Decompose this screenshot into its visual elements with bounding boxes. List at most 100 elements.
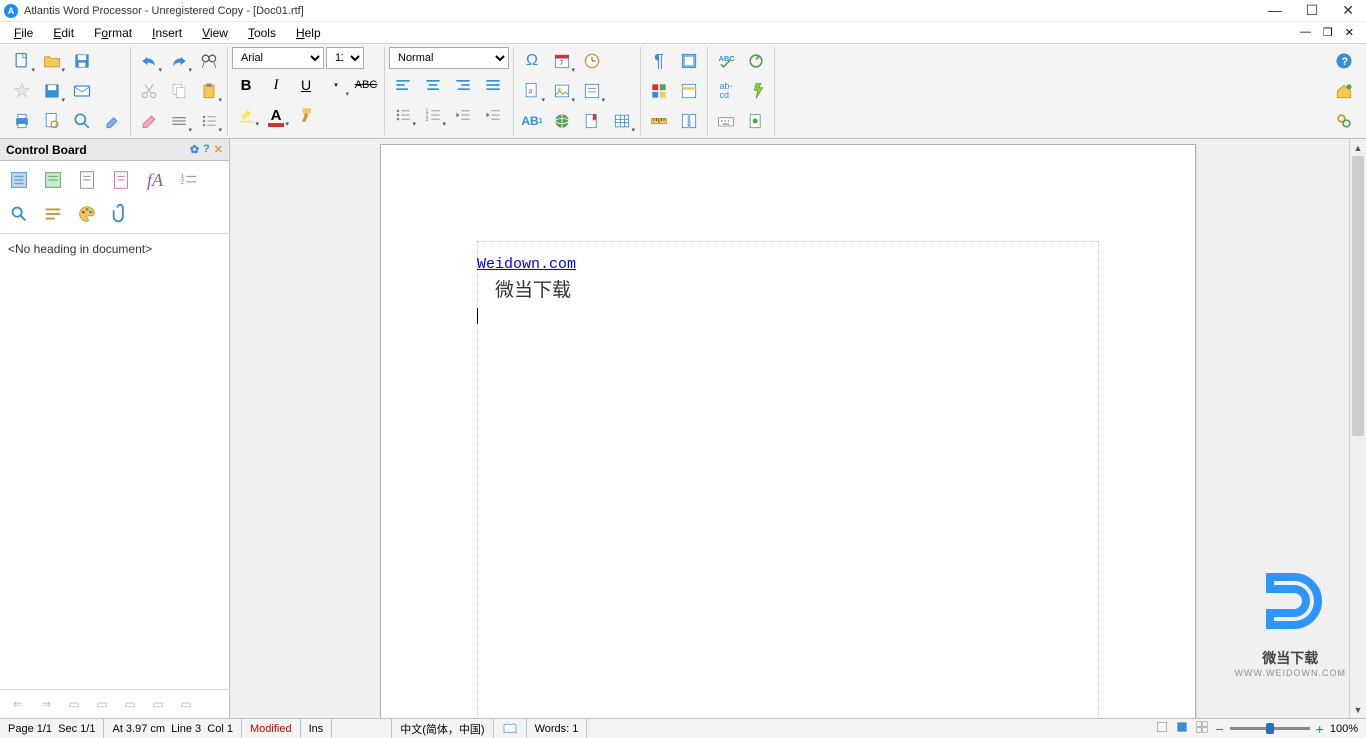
nav-demote-button[interactable]: ▭ bbox=[118, 694, 142, 714]
email-button[interactable] bbox=[68, 77, 96, 105]
favorite-button[interactable] bbox=[8, 77, 36, 105]
mdi-minimize-button[interactable]: — bbox=[1300, 26, 1311, 39]
zoom-slider-thumb[interactable] bbox=[1266, 723, 1274, 734]
minimize-button[interactable]: — bbox=[1268, 2, 1282, 19]
redo-button[interactable] bbox=[165, 47, 193, 75]
increase-indent-button[interactable] bbox=[479, 101, 507, 129]
paste-button[interactable] bbox=[195, 77, 223, 105]
ruler-button[interactable] bbox=[645, 107, 673, 135]
help-button[interactable]: ? bbox=[1330, 47, 1358, 75]
menu-format[interactable]: Format bbox=[84, 24, 142, 42]
italic-button[interactable]: I bbox=[262, 71, 290, 99]
page-number-button[interactable]: # bbox=[518, 77, 546, 105]
status-position[interactable]: At 3.97 cm Line 3 Col 1 bbox=[104, 719, 242, 738]
bookmark-button[interactable] bbox=[578, 107, 606, 135]
menu-help[interactable]: Help bbox=[286, 24, 331, 42]
nav-up-button[interactable]: ▭ bbox=[62, 694, 86, 714]
lines-button[interactable] bbox=[165, 107, 193, 135]
zoom-slider[interactable] bbox=[1230, 727, 1310, 730]
strikethrough-button[interactable]: ABC bbox=[352, 71, 380, 99]
cut-button[interactable] bbox=[135, 77, 163, 105]
new-doc-button[interactable] bbox=[8, 47, 36, 75]
panel-help-icon[interactable]: ? bbox=[203, 143, 210, 156]
menu-insert[interactable]: Insert bbox=[142, 24, 192, 42]
settings-button[interactable] bbox=[1330, 107, 1358, 135]
table-button[interactable] bbox=[608, 107, 636, 135]
saveas-button[interactable] bbox=[38, 77, 66, 105]
align-left-button[interactable] bbox=[389, 71, 417, 99]
image-button[interactable] bbox=[548, 77, 576, 105]
cb-lists-button[interactable] bbox=[108, 167, 134, 193]
clear-button[interactable] bbox=[135, 107, 163, 135]
cb-sections-button[interactable] bbox=[6, 167, 32, 193]
grid-view-button[interactable] bbox=[645, 77, 673, 105]
scroll-down-button[interactable]: ▼ bbox=[1350, 701, 1366, 718]
bold-button[interactable]: B bbox=[232, 71, 260, 99]
cb-clip-button[interactable] bbox=[108, 201, 134, 227]
zoom-out-button[interactable]: − bbox=[1215, 721, 1223, 737]
autorecheck-button[interactable] bbox=[742, 47, 770, 75]
font-color-button[interactable]: A bbox=[262, 101, 290, 129]
spellcheck-button[interactable]: ABC bbox=[712, 47, 740, 75]
decrease-indent-button[interactable] bbox=[449, 101, 477, 129]
zoom-in-button[interactable]: + bbox=[1316, 721, 1324, 737]
underline-button[interactable]: U bbox=[292, 71, 320, 99]
cb-numbered-button[interactable]: 12 bbox=[176, 167, 202, 193]
status-words[interactable]: Words: 1 bbox=[527, 719, 588, 738]
menu-file[interactable]: File bbox=[4, 24, 43, 42]
status-insert-mode[interactable]: Ins bbox=[301, 719, 333, 738]
preview-button[interactable] bbox=[38, 107, 66, 135]
document-content[interactable]: Weidown.com 微当下载 bbox=[477, 253, 576, 328]
scroll-up-button[interactable]: ▲ bbox=[1350, 139, 1366, 156]
page[interactable]: Weidown.com 微当下载 bbox=[380, 144, 1196, 718]
menu-edit[interactable]: Edit bbox=[43, 24, 84, 42]
undo-button[interactable] bbox=[135, 47, 163, 75]
cb-fonts-button[interactable]: fA bbox=[142, 167, 168, 193]
open-doc-button[interactable] bbox=[38, 47, 66, 75]
select-all-button[interactable] bbox=[675, 47, 703, 75]
pilcrow-button[interactable]: ¶ bbox=[645, 47, 673, 75]
cb-bookmarks-button[interactable] bbox=[40, 167, 66, 193]
find-button[interactable] bbox=[195, 47, 223, 75]
status-modified[interactable]: Modified bbox=[242, 719, 301, 738]
font-select[interactable]: Arial bbox=[232, 47, 324, 69]
document-hyperlink[interactable]: Weidown.com bbox=[477, 256, 576, 273]
view-mode-icon3[interactable] bbox=[1195, 720, 1209, 737]
nav-collapse-button[interactable]: ▭ bbox=[174, 694, 198, 714]
style-select[interactable]: Normal bbox=[389, 47, 509, 69]
maximize-button[interactable]: ☐ bbox=[1306, 2, 1319, 19]
cb-headers-button[interactable] bbox=[74, 167, 100, 193]
zoom-level[interactable]: 100% bbox=[1330, 723, 1358, 735]
symbol-button[interactable]: Ω bbox=[518, 47, 546, 75]
date-button[interactable]: 7 bbox=[548, 47, 576, 75]
align-center-button[interactable] bbox=[419, 71, 447, 99]
align-justify-button[interactable] bbox=[479, 71, 507, 99]
status-page[interactable]: Page 1/1 Sec 1/1 bbox=[0, 719, 104, 738]
list-button[interactable] bbox=[195, 107, 223, 135]
nav-expand-button[interactable]: ▭ bbox=[146, 694, 170, 714]
view-mode-icon2[interactable] bbox=[1175, 720, 1189, 737]
thumbnail-button[interactable] bbox=[675, 107, 703, 135]
font-size-select[interactable]: 11 bbox=[326, 47, 364, 69]
status-book-icon[interactable] bbox=[494, 719, 527, 738]
fullwidth-button[interactable] bbox=[675, 77, 703, 105]
close-button[interactable]: ✕ bbox=[1342, 2, 1354, 19]
nav-promote-button[interactable]: ▭ bbox=[90, 694, 114, 714]
status-language[interactable]: 中文(简体，中国) bbox=[392, 719, 493, 738]
menu-tools[interactable]: Tools bbox=[238, 24, 286, 42]
copy-button[interactable] bbox=[165, 77, 193, 105]
time-button[interactable] bbox=[578, 47, 606, 75]
footnote-button[interactable]: AB1 bbox=[518, 107, 546, 135]
print-button[interactable] bbox=[8, 107, 36, 135]
nav-next-button[interactable]: ⇒ bbox=[34, 694, 58, 714]
autocorrect-button[interactable]: ab-cd bbox=[712, 77, 740, 105]
macro-button[interactable] bbox=[742, 107, 770, 135]
home-button[interactable] bbox=[1330, 77, 1358, 105]
panel-settings-icon[interactable]: ✿ bbox=[190, 143, 199, 156]
bullet-list-button[interactable] bbox=[389, 101, 417, 129]
cb-find-button[interactable] bbox=[6, 201, 32, 227]
save-button[interactable] bbox=[68, 47, 96, 75]
keyboard-button[interactable] bbox=[712, 107, 740, 135]
nav-prev-button[interactable]: ⇐ bbox=[6, 694, 30, 714]
menu-view[interactable]: View bbox=[192, 24, 238, 42]
